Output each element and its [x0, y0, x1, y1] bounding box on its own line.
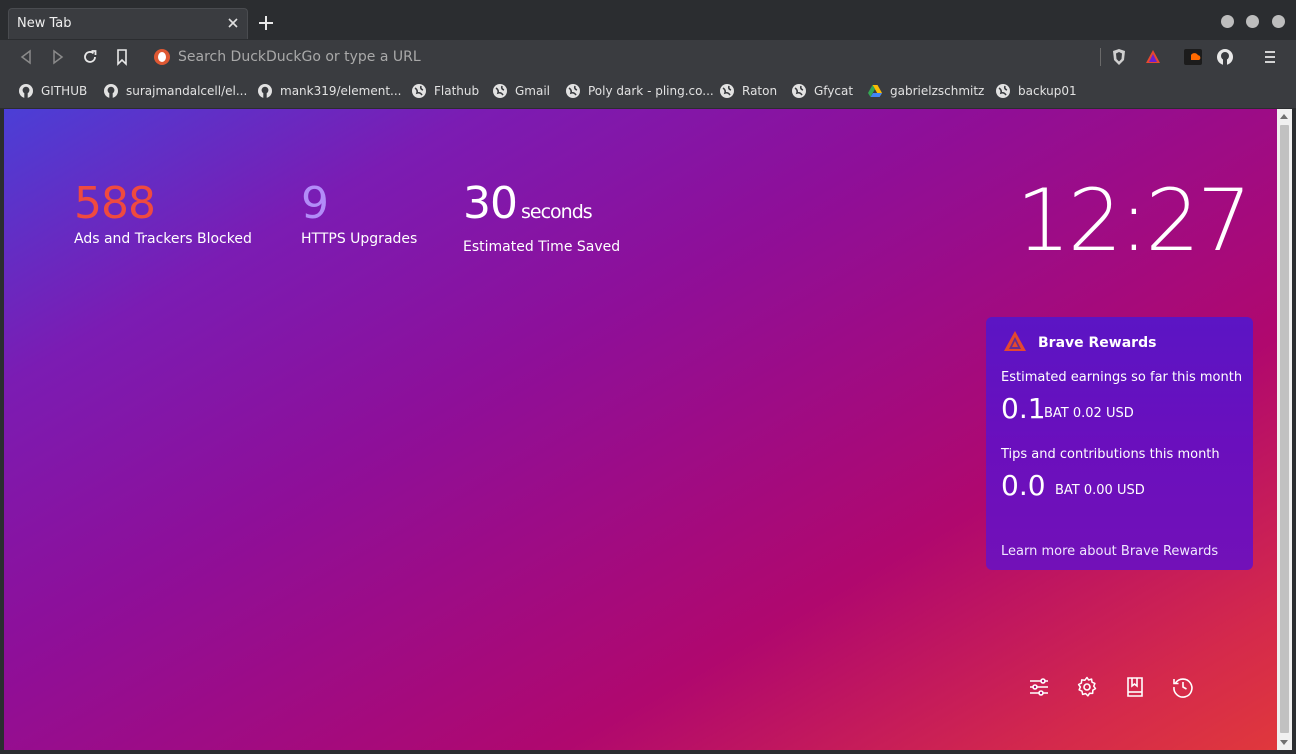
bookmark-label: Gfycat [814, 84, 854, 98]
new-tab-icon[interactable] [256, 13, 276, 33]
new-tab-page: 588 Ads and Trackers Blocked 9 HTTPS Upg… [4, 109, 1277, 750]
bookmark-label: Raton [742, 84, 778, 98]
customize-sliders-icon[interactable] [1027, 675, 1051, 699]
globe-icon [720, 84, 734, 98]
tab-new-tab[interactable]: New Tab [8, 8, 248, 39]
reload-icon[interactable] [80, 47, 100, 67]
bat-logo-icon [1004, 331, 1026, 351]
tips-sub: BAT 0.00 USD [1055, 483, 1145, 498]
bookmark-label: surajmandalcell/el... [126, 84, 248, 98]
earnings-value: 0.1 [1001, 392, 1046, 425]
bookmark-item[interactable]: mank319/element... [257, 82, 401, 100]
time-saved-label: Estimated Time Saved [463, 239, 621, 255]
github-icon [19, 84, 33, 98]
brave-shields-icon[interactable] [1109, 47, 1129, 67]
settings-gear-icon[interactable] [1075, 675, 1099, 699]
time-saved-value: 30 seconds [463, 179, 620, 237]
stat-https-upgrades: 9 HTTPS Upgrades [301, 178, 418, 248]
globe-icon [792, 84, 806, 98]
bookmark-item[interactable]: Raton [719, 82, 777, 100]
learn-more-rewards-link[interactable]: Learn more about Brave Rewards [1001, 544, 1218, 559]
earnings-label: Estimated earnings so far this month [1001, 370, 1243, 385]
tab-strip: New Tab [0, 0, 1296, 40]
page-scrollbar[interactable] [1277, 109, 1292, 750]
bookmark-icon[interactable] [112, 47, 132, 67]
bookmark-item[interactable]: GITHUB [18, 82, 87, 100]
earnings-sub: BAT 0.02 USD [1044, 406, 1134, 421]
address-bar[interactable]: Search DuckDuckGo or type a URL [146, 44, 1094, 70]
bookmark-item[interactable]: gabrielzschmitz [867, 82, 984, 100]
maximize-window-button[interactable] [1246, 15, 1259, 28]
scroll-down-arrow-icon[interactable] [1280, 740, 1288, 745]
bookmark-item[interactable]: Flathub [411, 82, 479, 100]
ads-blocked-count: 588 [74, 178, 156, 229]
stat-ads-blocked: 588 Ads and Trackers Blocked [74, 178, 252, 248]
bookmarks-manager-icon[interactable] [1123, 675, 1147, 699]
globe-icon [996, 84, 1010, 98]
scroll-up-arrow-icon[interactable] [1280, 114, 1288, 119]
bookmarks-bar: GITHUB surajmandalcell/el... mank319/ele… [0, 74, 1296, 108]
globe-icon [493, 84, 507, 98]
close-window-button[interactable] [1272, 15, 1285, 28]
github-extension-icon[interactable] [1215, 47, 1235, 67]
bookmark-item[interactable]: backup01 [995, 82, 1077, 100]
globe-icon [566, 84, 580, 98]
clock: 12:27 [1016, 171, 1252, 271]
bookmark-item[interactable]: surajmandalcell/el... [103, 82, 247, 100]
bookmark-item[interactable]: Gmail [492, 82, 550, 100]
ads-blocked-label: Ads and Trackers Blocked [74, 231, 252, 247]
https-upgrades-count: 9 [301, 178, 329, 229]
time-saved-unit: seconds [521, 201, 593, 223]
bookmark-item[interactable]: Gfycat [791, 82, 853, 100]
bookmark-label: mank319/element... [280, 84, 402, 98]
duckduckgo-icon [154, 49, 170, 65]
bookmark-item[interactable]: Poly dark - pling.co... [565, 82, 714, 100]
brave-rewards-icon[interactable] [1143, 47, 1163, 67]
github-icon [258, 84, 272, 98]
browser-toolbar: Search DuckDuckGo or type a URL [0, 40, 1296, 74]
forward-icon[interactable] [48, 47, 68, 67]
google-drive-icon [868, 85, 882, 97]
time-saved-count: 30 [463, 178, 518, 229]
toolbar-separator [1100, 48, 1101, 66]
minimize-window-button[interactable] [1221, 15, 1234, 28]
brave-rewards-card: Brave Rewards Estimated earnings so far … [986, 317, 1253, 570]
https-upgrades-label: HTTPS Upgrades [301, 231, 418, 247]
globe-icon [412, 84, 426, 98]
bookmark-label: GITHUB [41, 84, 88, 98]
tips-label: Tips and contributions this month [1001, 447, 1220, 462]
github-icon [104, 84, 118, 98]
tab-title: New Tab [17, 16, 72, 31]
bookmark-label: backup01 [1018, 84, 1077, 98]
tips-value: 0.0 [1001, 469, 1046, 502]
bookmark-label: Poly dark - pling.co... [588, 84, 714, 98]
bookmark-label: Gmail [515, 84, 551, 98]
bookmark-label: Flathub [434, 84, 480, 98]
menu-icon[interactable] [1260, 47, 1280, 67]
scroll-thumb[interactable] [1280, 125, 1289, 733]
soundcloud-extension-icon[interactable] [1183, 47, 1203, 67]
rewards-title: Brave Rewards [1038, 335, 1157, 351]
stat-time-saved: 30 seconds Estimated Time Saved [463, 179, 621, 256]
close-tab-icon[interactable] [225, 15, 241, 31]
history-icon[interactable] [1171, 675, 1195, 699]
back-icon[interactable] [16, 47, 36, 67]
bookmark-label: gabrielzschmitz [890, 84, 985, 98]
address-bar-placeholder: Search DuckDuckGo or type a URL [178, 49, 421, 65]
